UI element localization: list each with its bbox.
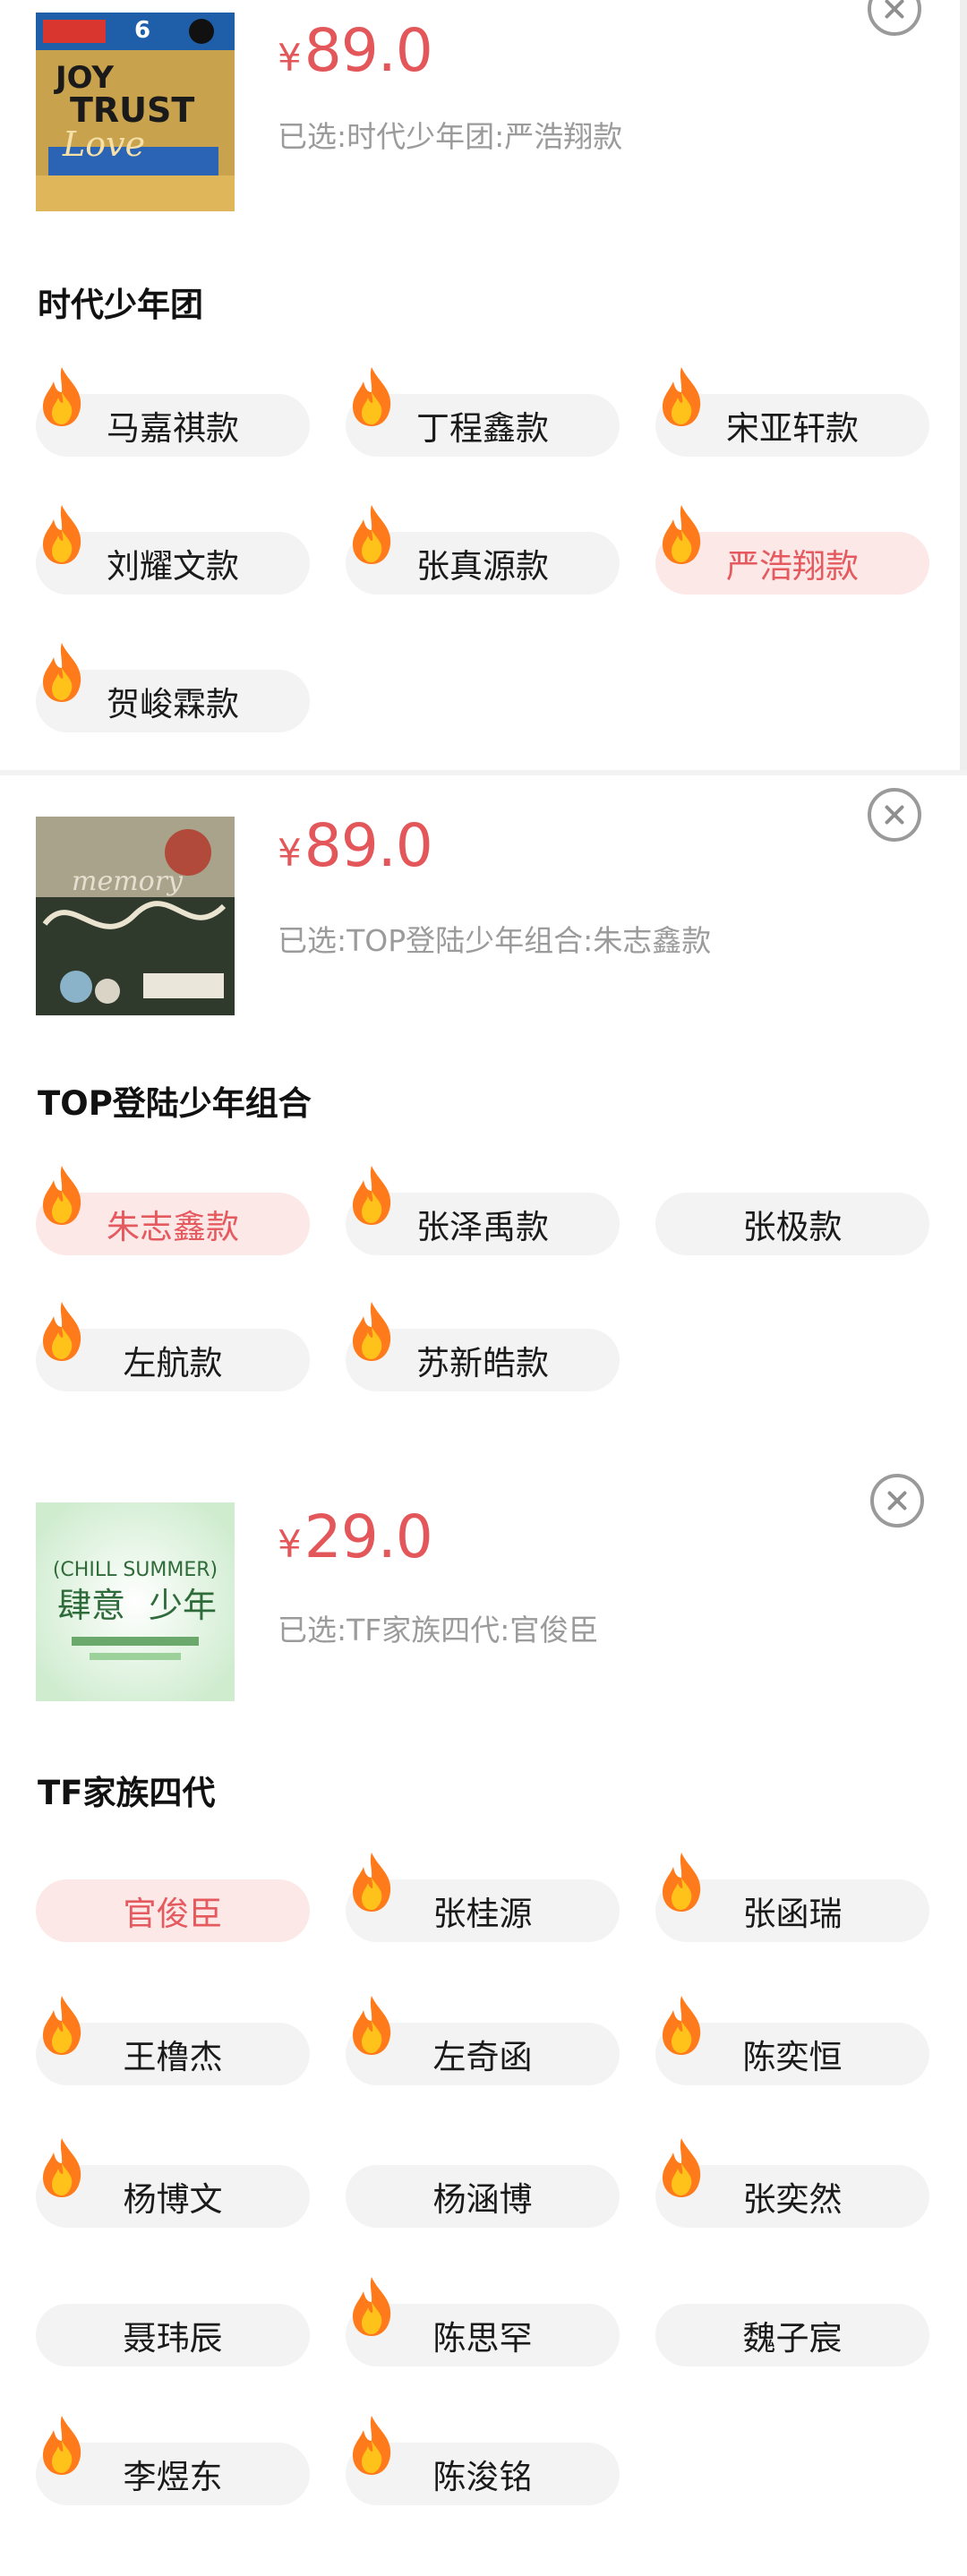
option-label: 张极款 bbox=[742, 1208, 843, 1246]
product-panel-3: (CHILL SUMMER) 肆意 少年 ¥29.0 已选:TF家族四代:官俊臣… bbox=[0, 1456, 967, 2576]
flame-icon bbox=[38, 503, 86, 566]
flame-icon bbox=[347, 2275, 396, 2338]
flame-icon bbox=[347, 1164, 396, 1227]
flame-icon bbox=[38, 2136, 86, 2199]
option-chip[interactable]: 聂玮辰 bbox=[36, 2304, 310, 2366]
option-label: 张函瑞 bbox=[742, 1895, 843, 1933]
selected-variant-text: 已选:TOP登陆少年组合:朱志鑫款 bbox=[278, 923, 712, 958]
option-label: 陈奕恒 bbox=[742, 2038, 843, 2076]
option-label: 左航款 bbox=[123, 1344, 223, 1382]
album-text: 少年 bbox=[149, 1586, 217, 1625]
flame-icon bbox=[347, 1994, 396, 2057]
flame-icon bbox=[38, 2414, 86, 2477]
flame-icon bbox=[657, 503, 706, 566]
flame-icon bbox=[38, 1164, 86, 1227]
option-label: 马嘉祺款 bbox=[107, 409, 239, 448]
option-label: 陈思罕 bbox=[432, 2319, 533, 2358]
album-text: (CHILL SUMMER) bbox=[53, 1559, 218, 1581]
option-label: 聂玮辰 bbox=[123, 2319, 223, 2358]
option-label: 张真源款 bbox=[416, 547, 549, 586]
option-label: 张桂源 bbox=[432, 1895, 533, 1933]
flame-icon bbox=[657, 2136, 706, 2199]
flame-icon bbox=[38, 1300, 86, 1363]
album-text: memory bbox=[72, 866, 184, 897]
selected-variant-text: 已选:时代少年团:严浩翔款 bbox=[278, 119, 623, 154]
option-label: 张奕然 bbox=[742, 2180, 843, 2219]
option-label: 魏子宸 bbox=[742, 2319, 843, 2358]
flame-icon bbox=[657, 1994, 706, 2057]
close-icon[interactable] bbox=[868, 0, 921, 36]
price: ¥89.0 bbox=[278, 16, 433, 85]
option-label: 宋亚轩款 bbox=[726, 409, 859, 448]
price: ¥29.0 bbox=[278, 1502, 433, 1571]
album-text: Love bbox=[62, 124, 145, 164]
flame-icon bbox=[38, 1994, 86, 2057]
option-chip[interactable]: 官俊臣 bbox=[36, 1879, 310, 1942]
option-label: 苏新皓款 bbox=[416, 1344, 549, 1382]
option-label: 左奇函 bbox=[432, 2038, 533, 2076]
option-label: 丁程鑫款 bbox=[416, 409, 549, 448]
group-title: TF家族四代 bbox=[38, 1774, 216, 1812]
close-icon[interactable] bbox=[870, 1474, 924, 1528]
option-label: 杨博文 bbox=[123, 2180, 223, 2219]
close-icon[interactable] bbox=[868, 788, 921, 842]
product-panel-1: 6 JOY TRUST Love ¥89.0 已选:时代少年团:严浩翔款 时代少… bbox=[0, 0, 967, 772]
option-label: 张泽禹款 bbox=[416, 1208, 549, 1246]
selected-variant-text: 已选:TF家族四代:官俊臣 bbox=[278, 1613, 599, 1647]
group-title: 时代少年团 bbox=[38, 286, 203, 324]
option-chip[interactable]: 魏子宸 bbox=[655, 2304, 929, 2366]
album-text: 肆意 bbox=[57, 1586, 125, 1625]
option-chip[interactable]: 杨涵博 bbox=[346, 2165, 620, 2228]
option-label: 官俊臣 bbox=[123, 1895, 223, 1933]
flame-icon bbox=[347, 1300, 396, 1363]
flame-icon bbox=[38, 365, 86, 428]
flame-icon bbox=[347, 1851, 396, 1913]
option-label: 杨涵博 bbox=[432, 2180, 533, 2219]
option-label: 陈浚铭 bbox=[432, 2458, 533, 2496]
album-text: 6 bbox=[134, 17, 150, 44]
flame-icon bbox=[657, 365, 706, 428]
flame-icon bbox=[347, 365, 396, 428]
flame-icon bbox=[657, 1851, 706, 1913]
option-chip[interactable]: 张极款 bbox=[655, 1193, 929, 1255]
group-title: TOP登陆少年组合 bbox=[38, 1084, 312, 1123]
album-thumbnail: (CHILL SUMMER) 肆意 少年 bbox=[36, 1502, 235, 1701]
option-label: 朱志鑫款 bbox=[107, 1208, 239, 1246]
flame-icon bbox=[347, 503, 396, 566]
panel-edge bbox=[960, 0, 967, 772]
price: ¥89.0 bbox=[278, 811, 433, 880]
flame-icon bbox=[347, 2414, 396, 2477]
album-thumbnail: memory bbox=[36, 817, 235, 1015]
option-label: 严浩翔款 bbox=[726, 547, 859, 586]
option-label: 王橹杰 bbox=[123, 2038, 223, 2076]
flame-icon bbox=[38, 641, 86, 704]
option-label: 刘耀文款 bbox=[107, 547, 239, 586]
product-panel-2: memory ¥89.0 已选:TOP登陆少年组合:朱志鑫款 TOP登陆少年组合… bbox=[0, 775, 967, 1456]
option-label: 李煜东 bbox=[123, 2458, 223, 2496]
album-thumbnail: 6 JOY TRUST Love bbox=[36, 13, 235, 211]
option-label: 贺峻霖款 bbox=[107, 685, 239, 723]
